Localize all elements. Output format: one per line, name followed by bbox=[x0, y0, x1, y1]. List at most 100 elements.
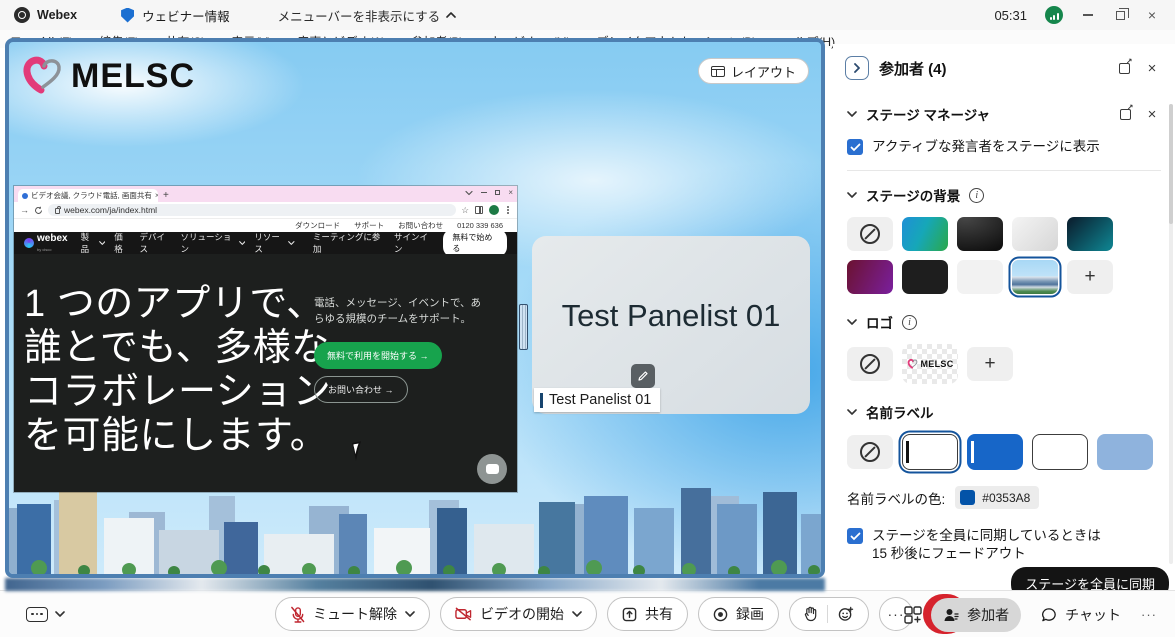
logo-none-option[interactable] bbox=[847, 347, 893, 381]
bg-light-gray-option[interactable] bbox=[1012, 217, 1058, 251]
stage-logo-text: MELSC bbox=[71, 57, 195, 96]
apps-icon[interactable] bbox=[903, 605, 923, 625]
chevron-down-icon bbox=[239, 240, 246, 246]
captions-button[interactable] bbox=[26, 607, 65, 622]
chat-toggle-button[interactable]: チャット bbox=[1029, 598, 1133, 632]
bg-green-blue-gradient-option[interactable] bbox=[902, 217, 948, 251]
nav-products[interactable]: 製品 bbox=[81, 231, 106, 255]
connection-quality-icon[interactable] bbox=[1045, 6, 1063, 24]
browser-tab[interactable]: ビデオ会議, クラウド電話, 画面共有 × bbox=[18, 189, 158, 202]
meeting-timer: 05:31 bbox=[994, 8, 1027, 23]
share-button[interactable]: 共有 bbox=[607, 597, 688, 631]
tab-close-icon[interactable]: × bbox=[155, 191, 158, 200]
nav-signin[interactable]: サインイン bbox=[394, 231, 434, 255]
hero-contact-button[interactable]: お問い合わせ → bbox=[314, 376, 408, 403]
util-download-link[interactable]: ダウンロード bbox=[295, 220, 340, 231]
melsc-heart-icon bbox=[21, 54, 67, 98]
stage-manager-collapse-icon[interactable] bbox=[847, 110, 857, 118]
browser-sidepanel-icon[interactable] bbox=[475, 206, 483, 214]
chat-bubble-icon bbox=[1041, 607, 1057, 623]
record-button[interactable]: 録画 bbox=[698, 597, 779, 631]
site-chat-widget[interactable] bbox=[477, 454, 507, 484]
browser-restore-icon[interactable] bbox=[495, 190, 500, 195]
stage-manager-popout-icon[interactable] bbox=[1116, 105, 1134, 123]
panel-scrollbar-thumb[interactable] bbox=[1169, 104, 1173, 224]
logo-info-icon[interactable]: i bbox=[902, 315, 917, 330]
minimize-button[interactable] bbox=[1081, 8, 1095, 22]
util-support-link[interactable]: サポート bbox=[354, 220, 384, 231]
logo-melsc-option-selected[interactable]: MELSC bbox=[902, 344, 958, 384]
reactions-smiley-icon[interactable] bbox=[838, 606, 854, 622]
browser-close-icon[interactable]: × bbox=[508, 188, 513, 197]
background-video-strip bbox=[5, 578, 825, 591]
layout-button[interactable]: レイアウト bbox=[698, 58, 809, 84]
captions-icon bbox=[26, 607, 48, 622]
nav-resources[interactable]: リソース bbox=[254, 231, 294, 255]
close-window-button[interactable]: × bbox=[1145, 8, 1159, 22]
logo-collapse-icon[interactable] bbox=[847, 318, 857, 326]
hero-start-free-button[interactable]: 無料で利用を開始する → bbox=[314, 342, 442, 369]
name-label-color-chip[interactable]: #0353A8 bbox=[955, 486, 1039, 509]
window-titlebar: Webex ウェビナー情報 メニューバーを非表示にする 05:31 × bbox=[0, 0, 1175, 30]
bg-white-option[interactable] bbox=[957, 260, 1003, 294]
name-label-style-1-selected[interactable] bbox=[902, 434, 958, 470]
url-box[interactable]: webex.com/ja/index.html bbox=[48, 204, 456, 216]
browser-reload-icon[interactable] bbox=[34, 206, 43, 215]
name-label-style-3[interactable] bbox=[1032, 434, 1088, 470]
restore-button[interactable] bbox=[1113, 8, 1127, 22]
webex-wordmark: webex bbox=[37, 234, 68, 244]
stage-manager-close-icon[interactable]: × bbox=[1143, 105, 1161, 123]
browser-menu-chevron-icon[interactable] bbox=[465, 190, 473, 196]
logo-add-button[interactable]: + bbox=[967, 347, 1013, 381]
bg-add-button[interactable]: + bbox=[1067, 260, 1113, 294]
nav-pricing[interactable]: 価格 bbox=[114, 231, 130, 255]
panel-popout-icon[interactable] bbox=[1115, 59, 1133, 77]
name-label-none-option[interactable] bbox=[847, 435, 893, 469]
browser-minimize-icon[interactable] bbox=[481, 192, 487, 193]
share-screen-icon bbox=[622, 607, 637, 622]
nav-join-meeting[interactable]: ミーティングに参加 bbox=[313, 231, 385, 255]
bg-purple-gradient-option[interactable] bbox=[847, 260, 893, 294]
name-label-style-2[interactable] bbox=[967, 434, 1023, 470]
name-label-style-4[interactable] bbox=[1097, 434, 1153, 470]
stage-divider-handle[interactable] bbox=[519, 304, 528, 350]
nav-free-cta[interactable]: 無料で始める bbox=[443, 229, 507, 257]
bg-dark-wave-option[interactable] bbox=[957, 217, 1003, 251]
ssl-lock-icon bbox=[55, 208, 60, 214]
browser-profile-avatar[interactable] bbox=[489, 205, 499, 215]
bg-black-option[interactable] bbox=[902, 260, 948, 294]
sync-fadeout-checkbox[interactable] bbox=[847, 528, 863, 544]
panelist-name-label: Test Panelist 01 bbox=[534, 388, 660, 412]
nav-solutions[interactable]: ソリューション bbox=[180, 231, 245, 255]
new-tab-button[interactable]: + bbox=[163, 190, 169, 202]
name-label-collapse-icon[interactable] bbox=[847, 408, 857, 416]
name-label-accent-bar bbox=[540, 393, 543, 408]
browser-more-icon[interactable] bbox=[507, 209, 509, 211]
bookmark-star-icon[interactable]: ☆ bbox=[461, 205, 469, 216]
panel-close-icon[interactable]: × bbox=[1143, 59, 1161, 77]
start-video-label: ビデオの開始 bbox=[480, 604, 564, 624]
stage-bg-info-icon[interactable]: i bbox=[969, 188, 984, 203]
util-contact-link[interactable]: お問い合わせ bbox=[398, 220, 443, 231]
webinar-info-button[interactable]: ウェビナー情報 bbox=[142, 6, 230, 25]
browser-forward-icon[interactable]: → bbox=[20, 205, 29, 215]
start-video-button[interactable]: ビデオの開始 bbox=[440, 597, 597, 631]
bg-none-option[interactable] bbox=[847, 217, 893, 251]
panels-more-button[interactable]: ··· bbox=[1141, 607, 1157, 622]
hide-menubar-button[interactable]: メニューバーを非表示にする bbox=[278, 6, 457, 25]
panel-expand-button[interactable] bbox=[845, 56, 869, 80]
unmute-button[interactable]: ミュート解除 bbox=[275, 597, 430, 631]
edit-name-label-button[interactable] bbox=[631, 364, 655, 388]
bg-teal-gradient-option[interactable] bbox=[1067, 217, 1113, 251]
layout-grid-icon bbox=[711, 66, 725, 77]
nav-devices[interactable]: デバイス bbox=[139, 231, 171, 255]
raise-hand-icon[interactable] bbox=[804, 606, 817, 622]
stage-bg-collapse-icon[interactable] bbox=[847, 191, 857, 199]
participants-panel: 参加者 (4) × ステージ マネージャ × アクティブな発言者をステージに表示… bbox=[833, 44, 1175, 584]
active-speaker-checkbox[interactable] bbox=[847, 139, 863, 155]
panelist-video-tile[interactable]: Test Panelist 01 Test Panelist 01 bbox=[532, 236, 810, 414]
participants-toggle-button[interactable]: 参加者 bbox=[931, 598, 1021, 632]
melsc-heart-icon bbox=[907, 358, 919, 370]
bg-city-option-selected[interactable] bbox=[1012, 260, 1058, 294]
webex-site-logo[interactable]: webex by cisco bbox=[24, 234, 68, 252]
